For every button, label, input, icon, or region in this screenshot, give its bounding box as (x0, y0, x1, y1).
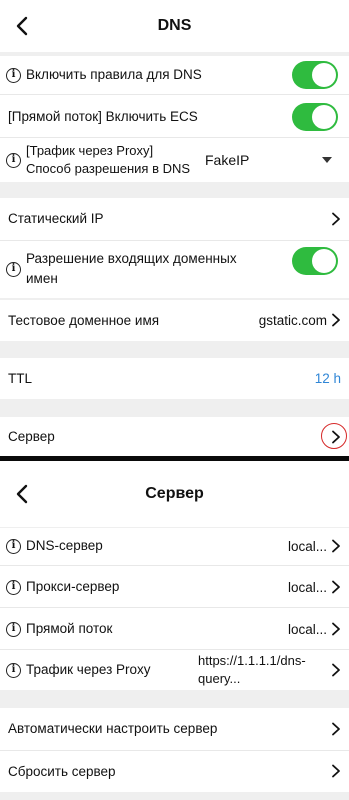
chevron-left-icon (16, 16, 28, 36)
row-server[interactable]: Сервер (0, 417, 349, 457)
row-value-line1: https://1.1.1.1/dns- (198, 653, 306, 668)
chevron-right-icon (331, 539, 341, 553)
chevron-right-icon (331, 722, 341, 736)
row-test-domain[interactable]: Тестовое доменное имя gstatic.com (0, 300, 349, 341)
row-label: Статический IP (8, 211, 104, 226)
divider (0, 137, 349, 138)
row-direct[interactable]: i Прямой поток local... (0, 611, 349, 647)
row-proxy-resolution: i [Трафик через Proxy] Способ разрешения… (0, 139, 349, 181)
row-inbound-domains: i Разрешение входящих доменных имен (0, 240, 349, 298)
chevron-right-icon (331, 212, 341, 226)
info-icon[interactable]: i (6, 579, 21, 595)
row-label: TTL (8, 370, 33, 386)
resolution-mode-select[interactable]: FakeIP (205, 139, 337, 181)
page-title: Сервер (145, 485, 204, 502)
chevron-right-icon (331, 580, 341, 594)
page-title: DNS (157, 17, 192, 34)
ecs-toggle[interactable] (292, 103, 338, 131)
select-value: FakeIP (205, 152, 250, 168)
row-proxy-traffic[interactable]: i Трафик через Proxy https://1.1.1.1/dns… (0, 650, 349, 690)
divider (0, 94, 349, 95)
row-dns-rules: i Включить правила для DNS (0, 56, 349, 94)
row-label: Сервер (8, 429, 55, 444)
chevron-right-icon (331, 622, 341, 636)
highlight-circle (321, 423, 347, 449)
chevron-left-icon (16, 484, 28, 504)
row-ttl[interactable]: TTL 12 h (0, 358, 349, 399)
chevron-right-icon (331, 313, 341, 327)
toggle-knob (312, 105, 336, 129)
row-label: Сбросить сервер (8, 763, 116, 779)
dns-header: DNS (0, 0, 349, 52)
row-auto-configure[interactable]: Автоматически настроить сервер (0, 708, 349, 750)
divider (0, 565, 349, 566)
row-ecs: [Прямой поток] Включить ECS (0, 98, 349, 136)
row-proxy-server[interactable]: i Прокси-сервер local... (0, 569, 349, 605)
info-icon[interactable]: i (6, 67, 21, 83)
row-value-line2: query... (198, 671, 241, 686)
dropdown-arrow-icon (322, 157, 332, 163)
ttl-value: 12 h (314, 371, 341, 386)
divider (0, 607, 349, 608)
info-icon[interactable]: i (6, 261, 21, 277)
info-icon[interactable]: i (6, 152, 21, 168)
chevron-right-icon (331, 764, 341, 778)
row-value: gstatic.com (258, 313, 327, 328)
row-value: local... (287, 538, 327, 554)
server-header: Сервер (0, 461, 349, 527)
row-reset[interactable]: Сбросить сервер (0, 751, 349, 792)
info-icon[interactable]: i (6, 538, 21, 554)
back-button[interactable] (10, 482, 34, 506)
back-button[interactable] (10, 14, 34, 38)
toggle-knob (312, 249, 336, 273)
dns-rules-toggle[interactable] (292, 61, 338, 89)
row-label: Автоматически настроить сервер (8, 721, 218, 736)
toggle-knob (312, 63, 336, 87)
info-icon[interactable]: i (6, 662, 21, 678)
row-static-ip[interactable]: Статический IP (0, 198, 349, 240)
row-dns-server[interactable]: i DNS-сервер local... (0, 528, 349, 564)
info-icon[interactable]: i (6, 621, 21, 637)
row-value: local... (287, 621, 327, 637)
inbound-domains-toggle[interactable] (292, 247, 338, 275)
chevron-right-icon (331, 663, 341, 677)
row-value-block: https://1.1.1.1/dns- query... (198, 652, 306, 688)
row-value: local... (287, 579, 327, 595)
